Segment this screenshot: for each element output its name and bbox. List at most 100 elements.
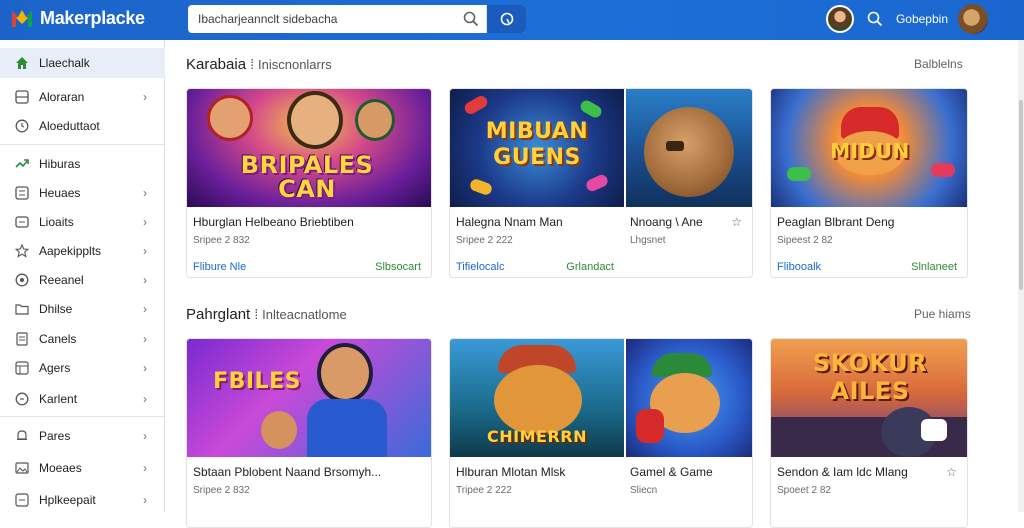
chevron-right-icon: › xyxy=(143,90,147,104)
section-heading: Pahrglant xyxy=(186,306,251,323)
section-separator: ⁞ xyxy=(254,306,263,322)
sidebar-item-8[interactable]: Dhilse › xyxy=(0,294,165,324)
chevron-right-icon: › xyxy=(143,215,147,229)
card-action[interactable]: Slnlaneet xyxy=(911,261,957,273)
thumbnail-title: SKOKUR AILES xyxy=(812,349,928,405)
section-separator: ⁞ xyxy=(250,56,258,72)
card-action[interactable]: Slbsocart xyxy=(375,261,421,273)
top-header: Makerplacke Ibacharjeannclt sidebacha Go… xyxy=(0,0,1024,40)
chevron-right-icon: › xyxy=(143,461,147,475)
card-link[interactable]: Flibooalk xyxy=(777,261,821,273)
scrollbar[interactable] xyxy=(1018,40,1024,512)
sidebar-item-9[interactable]: Canels › xyxy=(0,324,165,354)
section-heading: Karabaia xyxy=(186,56,247,73)
sidebar-item-2[interactable]: Aloeduttaot xyxy=(0,111,165,141)
sidebar-divider xyxy=(0,416,165,417)
game-thumbnail: MIDUN xyxy=(771,89,967,207)
chevron-right-icon: › xyxy=(143,493,147,507)
section-title: Pahrglant ⁞ Inlteacnatlome xyxy=(186,306,347,323)
account-label[interactable]: Gobepbin xyxy=(896,12,948,26)
sidebar-item-home[interactable]: Llaechalk xyxy=(0,48,165,78)
list-icon xyxy=(14,185,30,201)
section-subtitle: Inlteacnatlome xyxy=(262,307,347,322)
help-icon xyxy=(14,492,30,508)
sidebar-item-label: Hiburas xyxy=(39,157,81,171)
game-thumbnail: BRIPALES CAN xyxy=(187,89,431,207)
sidebar-item-label: Agers xyxy=(39,361,71,375)
grid-icon xyxy=(14,89,30,105)
thumbnail-title: MIDUN xyxy=(830,139,910,163)
trending-icon xyxy=(14,156,30,172)
logo[interactable]: Makerplacke xyxy=(10,6,145,30)
section-title: Karabaia ⁞ Iniscnonlarrs xyxy=(186,56,332,73)
sidebar-item-5[interactable]: Lioaits › xyxy=(0,207,165,237)
image-icon xyxy=(14,460,30,476)
sidebar-divider xyxy=(0,144,165,145)
search-input[interactable]: Ibacharjeannclt sidebacha xyxy=(188,12,456,26)
sidebar-item-7[interactable]: Reeanel › xyxy=(0,265,165,295)
sidebar-item-label: Pares xyxy=(39,429,71,443)
card-title: Sendon & Iam ldc Mlang xyxy=(777,465,908,479)
header-actions: Gobepbin xyxy=(825,4,988,34)
game-card[interactable]: MIBUAN GUENS Halegna Nnam Man Sripee 2 2… xyxy=(449,88,753,278)
chevron-right-icon: › xyxy=(143,361,147,375)
search-button[interactable] xyxy=(456,5,486,33)
game-card[interactable]: BRIPALES CAN Hburglan Helbeano Briebtibe… xyxy=(186,88,432,278)
sidebar-item-11[interactable]: Karlent › xyxy=(0,384,165,414)
game-thumbnail-secondary xyxy=(626,339,752,457)
sidebar-item-1[interactable]: Aloraran › xyxy=(0,82,165,112)
thumbnail-title: FBILES xyxy=(213,369,301,394)
card-meta: Spoeet 2 82 xyxy=(777,485,831,496)
scrollbar-thumb[interactable] xyxy=(1019,100,1023,290)
game-card[interactable]: CHIMERRN Hlburan Mlotan Mlsk Tripee 2 22… xyxy=(449,338,753,528)
card-title-secondary: Gamel & Game xyxy=(630,465,713,479)
game-thumbnail: CHIMERRN xyxy=(450,339,624,457)
game-card[interactable]: MIDUN Peaglan Blbrant Deng Sipeest 2 82 … xyxy=(770,88,968,278)
sidebar-item-label: Dhilse xyxy=(39,302,73,316)
chevron-right-icon: › xyxy=(143,429,147,443)
thumbnail-title: BRIPALES CAN xyxy=(240,151,374,203)
favorite-icon[interactable]: ☆ xyxy=(946,465,957,479)
favorite-icon[interactable]: ☆ xyxy=(731,215,742,229)
sidebar-item-label: Aapekipplts xyxy=(39,244,102,258)
sidebar-item-10[interactable]: Agers › xyxy=(0,353,165,383)
logo-text: Makerplacke xyxy=(40,7,145,28)
target-icon xyxy=(14,391,30,407)
chevron-right-icon: › xyxy=(143,302,147,316)
tag-icon xyxy=(14,214,30,230)
card-title: Hburglan Helbeano Briebtiben xyxy=(193,215,354,229)
sidebar-item-label: Aloraran xyxy=(39,90,85,104)
profile-avatar[interactable] xyxy=(958,4,988,34)
game-card[interactable]: FBILES Sbtaan Pblobent Naand Brsomyh... … xyxy=(186,338,432,528)
sidebar-item-label: Karlent xyxy=(39,392,78,406)
card-link[interactable]: Tifielocalc xyxy=(456,261,505,273)
circle-icon xyxy=(14,272,30,288)
card-meta: Sripee 2 832 xyxy=(193,235,250,246)
sidebar: Llaechalk Aloraran › Aloeduttaot Hiburas… xyxy=(0,40,165,512)
voice-icon xyxy=(500,12,513,26)
main-content: Karabaia ⁞ Iniscnonlarrs Balblelns BRIPA… xyxy=(166,40,1024,528)
sidebar-item-3[interactable]: Hiburas xyxy=(0,149,165,179)
chevron-right-icon: › xyxy=(143,244,147,258)
game-card[interactable]: SKOKUR AILES Sendon & Iam ldc Mlang Spoe… xyxy=(770,338,968,528)
see-all-link[interactable]: Pue hiams xyxy=(914,307,971,321)
card-link[interactable]: Flibure Nle xyxy=(193,261,246,273)
card-meta: Tripee 2 222 xyxy=(456,485,512,496)
search-bar[interactable]: Ibacharjeannclt sidebacha xyxy=(188,5,526,33)
see-all-link[interactable]: Balblelns xyxy=(914,57,963,71)
card-title: Peaglan Blbrant Deng xyxy=(777,215,895,229)
section-subtitle: Iniscnonlarrs xyxy=(258,57,332,72)
sidebar-item-13[interactable]: Moeaes › xyxy=(0,453,165,483)
card-action[interactable]: Grlandact xyxy=(566,261,614,273)
chevron-right-icon: › xyxy=(143,186,147,200)
avatar[interactable] xyxy=(825,5,854,33)
header-search-button[interactable] xyxy=(864,8,886,30)
sidebar-item-14[interactable]: Hplkeepait › xyxy=(0,485,165,515)
sidebar-item-label: Moeaes xyxy=(39,461,82,475)
game-thumbnail-secondary xyxy=(626,89,752,207)
sidebar-item-6[interactable]: Aapekipplts › xyxy=(0,236,165,266)
sidebar-item-4[interactable]: Heuaes › xyxy=(0,178,165,208)
sidebar-item-12[interactable]: Pares › xyxy=(0,421,165,451)
layers-icon xyxy=(14,360,30,376)
voice-search-button[interactable] xyxy=(486,5,526,33)
